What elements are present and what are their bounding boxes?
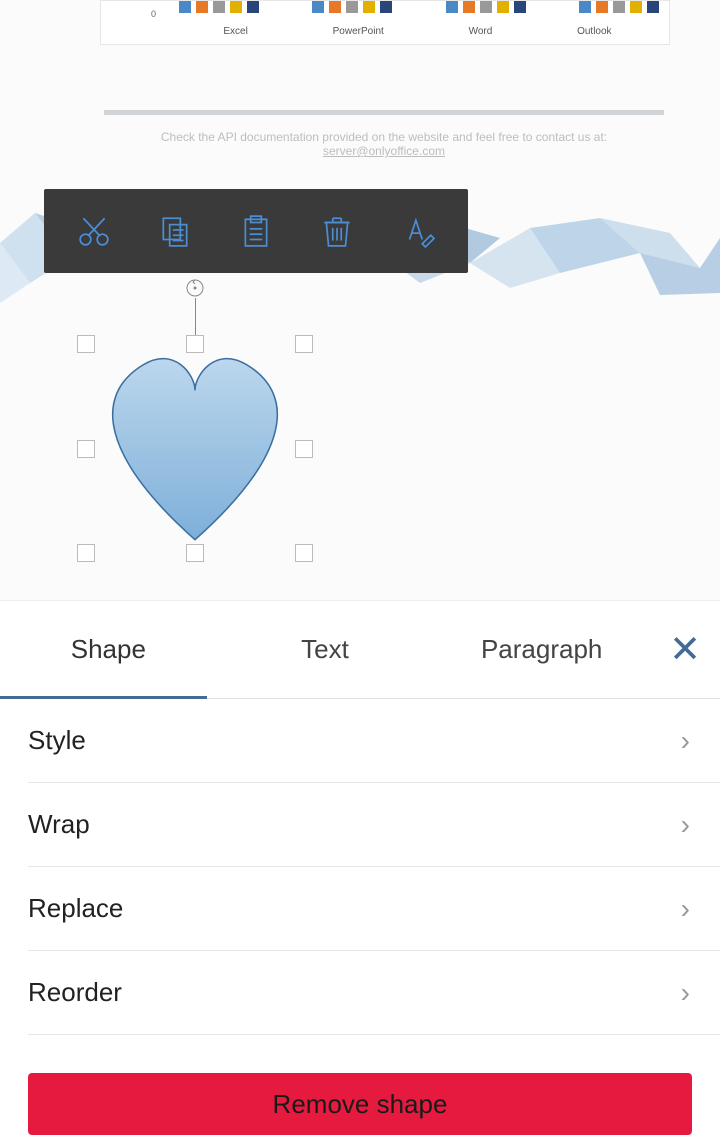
heart-icon[interactable] <box>92 344 298 550</box>
shape-options-list: Style › Wrap › Replace › Reorder › <box>0 699 720 1035</box>
chevron-right-icon: › <box>681 725 690 757</box>
option-wrap[interactable]: Wrap › <box>28 783 720 867</box>
chevron-right-icon: › <box>681 809 690 841</box>
option-label: Style <box>28 725 86 756</box>
resize-handle-bm[interactable] <box>186 544 204 562</box>
selected-heart-shape[interactable] <box>86 278 303 558</box>
chart-category-labels: Excel PowerPoint Word Outlook <box>181 26 654 37</box>
chart-label: Word <box>469 26 493 37</box>
context-toolbar <box>44 189 468 273</box>
api-email-link[interactable]: server@onlyoffice.com <box>323 144 445 158</box>
resize-handle-ml[interactable] <box>77 440 95 458</box>
resize-handle-tl[interactable] <box>77 335 95 353</box>
close-panel-button[interactable]: ✕ <box>650 601 720 698</box>
option-label: Replace <box>28 893 123 924</box>
cut-icon <box>77 214 111 248</box>
chevron-right-icon: › <box>681 977 690 1009</box>
option-replace[interactable]: Replace › <box>28 867 720 951</box>
api-note-text: Check the API documentation provided on … <box>104 130 664 158</box>
properties-panel: Shape Text Paragraph ✕ Style › Wrap › Re… <box>0 600 720 1138</box>
tab-bar: Shape Text Paragraph ✕ <box>0 601 720 699</box>
chart-label: PowerPoint <box>333 26 384 37</box>
chart-label: Outlook <box>577 26 611 37</box>
resize-handle-mr[interactable] <box>295 440 313 458</box>
copy-button[interactable] <box>145 201 205 261</box>
tab-shape[interactable]: Shape <box>0 601 217 698</box>
close-icon: ✕ <box>669 627 701 672</box>
document-canvas[interactable]: 0 Excel PowerPoint Word Outlook Check th… <box>0 0 720 600</box>
rotate-handle[interactable] <box>185 278 205 298</box>
chart-object[interactable]: 0 Excel PowerPoint Word Outlook <box>100 0 670 45</box>
option-label: Wrap <box>28 809 90 840</box>
option-reorder[interactable]: Reorder › <box>28 951 720 1035</box>
chevron-right-icon: › <box>681 893 690 925</box>
divider <box>104 110 664 115</box>
resize-handle-tm[interactable] <box>186 335 204 353</box>
delete-button[interactable] <box>307 201 367 261</box>
chart-label: Excel <box>223 26 247 37</box>
selection-box <box>86 344 304 553</box>
remove-shape-button[interactable]: Remove shape <box>28 1073 692 1135</box>
edit-text-button[interactable] <box>388 201 448 261</box>
paste-button[interactable] <box>226 201 286 261</box>
option-style[interactable]: Style › <box>28 699 720 783</box>
resize-handle-br[interactable] <box>295 544 313 562</box>
copy-icon <box>158 214 192 248</box>
edit-text-icon <box>401 214 435 248</box>
chart-bars <box>179 0 659 13</box>
resize-handle-bl[interactable] <box>77 544 95 562</box>
option-label: Reorder <box>28 977 122 1008</box>
tab-paragraph[interactable]: Paragraph <box>433 601 650 698</box>
tab-text[interactable]: Text <box>217 601 434 698</box>
chart-axis-zero: 0 <box>151 9 156 19</box>
active-tab-indicator <box>0 696 207 699</box>
trash-icon <box>320 214 354 248</box>
resize-handle-tr[interactable] <box>295 335 313 353</box>
cut-button[interactable] <box>64 201 124 261</box>
paste-icon <box>239 214 273 248</box>
